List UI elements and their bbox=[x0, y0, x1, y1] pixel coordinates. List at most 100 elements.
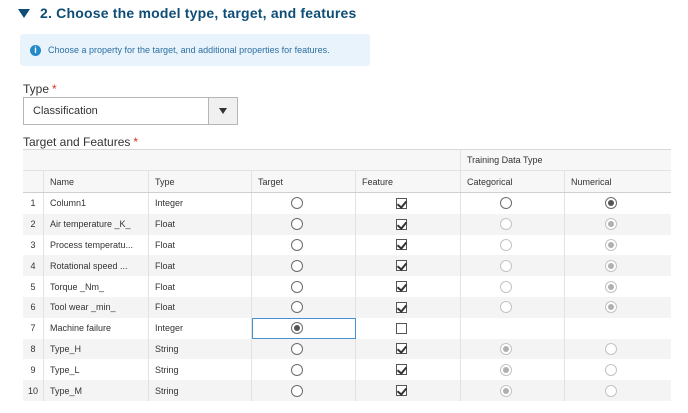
categorical-cell bbox=[461, 380, 565, 401]
numerical-radio[interactable] bbox=[605, 342, 617, 355]
target-radio[interactable] bbox=[290, 342, 303, 355]
numerical-cell bbox=[565, 359, 671, 380]
table-row: 7 Machine failure Integer bbox=[23, 317, 671, 339]
header-spacer bbox=[149, 150, 252, 170]
target-radio[interactable] bbox=[290, 238, 303, 251]
categorical-radio[interactable] bbox=[499, 280, 512, 293]
categorical-radio[interactable] bbox=[499, 363, 512, 376]
training-data-type-header: Training Data Type bbox=[467, 155, 543, 165]
categorical-radio[interactable] bbox=[499, 384, 512, 397]
feature-checkbox[interactable] bbox=[395, 322, 407, 334]
numerical-radio[interactable] bbox=[605, 238, 617, 251]
feature-checkbox[interactable] bbox=[395, 260, 407, 272]
column-header-feature[interactable]: Feature bbox=[356, 171, 461, 192]
target-cell bbox=[252, 193, 356, 214]
target-radio[interactable] bbox=[290, 197, 303, 210]
categorical-radio[interactable] bbox=[499, 342, 512, 355]
grid-body: 1 Column1 Integer 2 Air temperature _K_ Float… bbox=[23, 193, 671, 401]
categorical-radio[interactable] bbox=[499, 197, 512, 210]
row-name: Machine failure bbox=[44, 317, 149, 339]
column-header-type[interactable]: Type bbox=[149, 171, 252, 192]
feature-cell bbox=[356, 276, 461, 297]
categorical-cell bbox=[461, 296, 565, 318]
categorical-cell bbox=[461, 234, 565, 256]
categorical-radio[interactable] bbox=[499, 238, 512, 251]
categorical-cell bbox=[461, 255, 565, 277]
table-row: 6 Tool wear _min_ Float bbox=[23, 296, 671, 318]
feature-checkbox[interactable] bbox=[395, 343, 407, 355]
target-radio[interactable] bbox=[290, 363, 303, 376]
collapse-triangle-icon[interactable] bbox=[18, 9, 30, 18]
categorical-radio[interactable] bbox=[499, 301, 512, 314]
table-row: 1 Column1 Integer bbox=[23, 193, 671, 214]
row-number: 8 bbox=[23, 338, 44, 360]
feature-checkbox[interactable] bbox=[395, 239, 407, 251]
numerical-cell bbox=[565, 339, 671, 360]
target-radio[interactable] bbox=[290, 259, 303, 272]
target-radio[interactable] bbox=[290, 322, 303, 335]
table-row: 5 Torque _Nm_ Float bbox=[23, 276, 671, 297]
feature-checkbox[interactable] bbox=[395, 301, 407, 313]
column-header-numerical[interactable]: Numerical bbox=[565, 171, 671, 192]
feature-cell bbox=[356, 213, 461, 235]
categorical-cell bbox=[461, 359, 565, 381]
feature-cell bbox=[356, 193, 461, 214]
categorical-cell bbox=[461, 213, 565, 235]
categorical-cell bbox=[461, 317, 565, 339]
categorical-cell bbox=[461, 338, 565, 360]
feature-checkbox[interactable] bbox=[395, 197, 407, 209]
model-type-value: Classification bbox=[33, 105, 98, 117]
feature-checkbox[interactable] bbox=[395, 364, 407, 376]
row-type: Float bbox=[149, 213, 252, 235]
row-name: Column1 bbox=[44, 193, 149, 214]
target-features-label: Target and Features * bbox=[23, 135, 138, 149]
row-name: Process temperatu... bbox=[44, 234, 149, 256]
target-cell bbox=[252, 255, 356, 277]
numerical-radio[interactable] bbox=[605, 384, 617, 397]
row-type: Float bbox=[149, 255, 252, 277]
info-message: i Choose a property for the target, and … bbox=[20, 34, 370, 66]
row-name: Type_L bbox=[44, 359, 149, 381]
chevron-down-icon bbox=[219, 108, 227, 114]
target-radio[interactable] bbox=[290, 384, 303, 397]
target-features-label-text: Target and Features bbox=[23, 135, 131, 149]
row-number: 7 bbox=[23, 317, 44, 339]
target-cell bbox=[252, 296, 356, 318]
numerical-radio[interactable] bbox=[605, 301, 617, 314]
feature-checkbox[interactable] bbox=[395, 385, 407, 397]
numerical-radio[interactable] bbox=[605, 218, 617, 231]
numerical-radio[interactable] bbox=[605, 363, 617, 376]
model-type-select[interactable]: Classification bbox=[23, 97, 238, 125]
target-radio[interactable] bbox=[290, 301, 303, 314]
section-header[interactable]: 2. Choose the model type, target, and fe… bbox=[18, 4, 357, 22]
target-radio[interactable] bbox=[290, 280, 303, 293]
column-header-row: Name Type Target Feature Categorical Num… bbox=[23, 171, 671, 193]
numerical-radio[interactable] bbox=[605, 280, 617, 293]
dropdown-button[interactable] bbox=[208, 98, 237, 124]
feature-cell bbox=[356, 380, 461, 401]
target-radio[interactable] bbox=[290, 218, 303, 231]
numerical-cell bbox=[565, 235, 671, 256]
type-label-text: Type bbox=[23, 82, 50, 96]
table-row: 8 Type_H String bbox=[23, 338, 671, 360]
row-name: Type_H bbox=[44, 338, 149, 360]
feature-checkbox[interactable] bbox=[395, 218, 407, 230]
column-header-target[interactable]: Target bbox=[252, 171, 356, 192]
categorical-radio[interactable] bbox=[499, 218, 512, 231]
numerical-cell bbox=[565, 318, 671, 339]
numerical-radio[interactable] bbox=[605, 197, 617, 210]
numerical-cell bbox=[565, 193, 671, 214]
type-label: Type * bbox=[23, 82, 57, 96]
feature-cell bbox=[356, 359, 461, 381]
row-name: Air temperature _K_ bbox=[44, 213, 149, 235]
row-type: String bbox=[149, 338, 252, 360]
categorical-radio[interactable] bbox=[499, 259, 512, 272]
feature-checkbox[interactable] bbox=[395, 281, 407, 293]
info-text: Choose a property for the target, and ad… bbox=[48, 45, 330, 55]
column-header-name[interactable]: Name bbox=[44, 171, 149, 192]
table-row: 4 Rotational speed ... Float bbox=[23, 255, 671, 277]
feature-cell bbox=[356, 234, 461, 256]
numerical-radio[interactable] bbox=[605, 259, 617, 272]
column-header-categorical[interactable]: Categorical bbox=[461, 171, 565, 192]
categorical-cell bbox=[461, 276, 565, 297]
